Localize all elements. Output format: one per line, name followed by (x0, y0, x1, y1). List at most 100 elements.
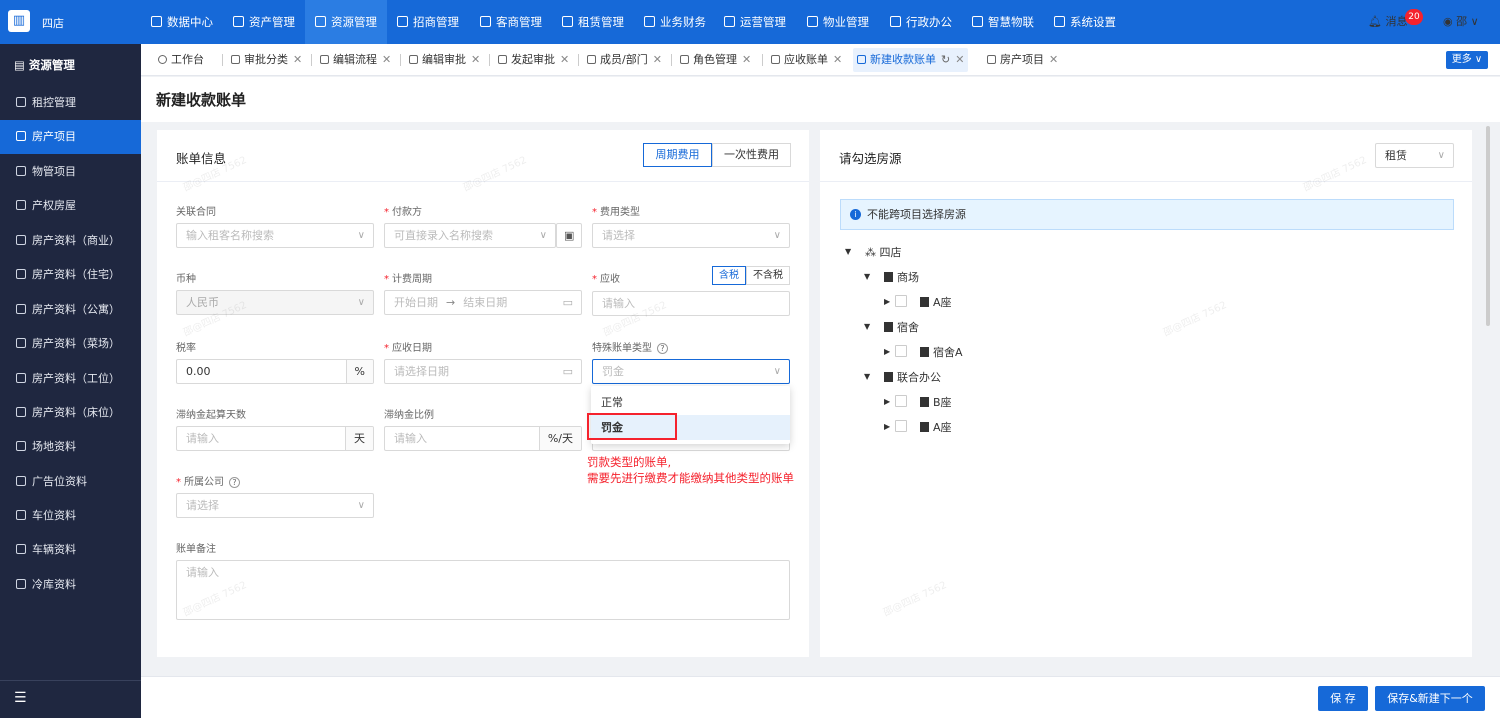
sun-icon (972, 16, 983, 27)
periodic-fee-tab[interactable]: 周期费用 (643, 143, 712, 167)
more-tabs-button[interactable]: 更多 ∨ (1446, 51, 1488, 69)
close-icon[interactable]: ✕ (471, 53, 480, 66)
tree-node-mall-a[interactable]: A座 (920, 294, 952, 310)
lease-type-select[interactable]: 租赁 ∨ (1375, 143, 1454, 168)
cube-icon (233, 16, 244, 27)
sidebar-item-residential[interactable]: 房产资料（住宅） (0, 258, 141, 292)
sidebar-item-property-project[interactable]: 房产项目 (0, 120, 141, 154)
late-ratio-input[interactable]: 请输入 %/天 (384, 426, 582, 451)
sidebar-item-parking[interactable]: 车位资料 (0, 499, 141, 533)
tree-checkbox[interactable] (895, 345, 907, 357)
close-icon[interactable]: ✕ (560, 53, 569, 66)
tab-edit-approval[interactable]: 编辑审批 ✕ (405, 48, 484, 72)
tree-checkbox[interactable] (895, 420, 907, 432)
tree-node-mall[interactable]: 商场 (884, 269, 919, 285)
user-menu[interactable]: ◉ 邵 ∨ (1443, 0, 1479, 44)
sidebar-item-apartment[interactable]: 房产资料（公寓） (0, 293, 141, 327)
nav-finance[interactable]: 业务财务 (644, 0, 706, 44)
currency-select[interactable]: 人民币 ∨ (176, 290, 374, 315)
fee-type-select[interactable]: 请选择 ∨ (592, 223, 790, 248)
sidebar-item-rent-control[interactable]: 租控管理 (0, 86, 141, 120)
payer-select[interactable]: 可直接录入名称搜索 ∨ (384, 223, 556, 248)
nav-data-center[interactable]: 数据中心 (151, 0, 213, 44)
remark-textarea[interactable]: 请输入 (176, 560, 790, 620)
nav-asset[interactable]: 资产管理 (233, 0, 295, 44)
caret-down-icon[interactable]: ▼ (864, 272, 870, 281)
nav-iot[interactable]: 智慧物联 (972, 0, 1034, 44)
special-type-select[interactable]: 罚金 ∨ (592, 359, 790, 384)
caret-right-icon[interactable]: ▶ (884, 297, 890, 306)
tab-start-approval[interactable]: 发起审批 ✕ (494, 48, 573, 72)
sidebar-item-ad-space[interactable]: 广告位资料 (0, 465, 141, 499)
market-icon (16, 338, 26, 348)
company-select[interactable]: 请选择 ∨ (176, 493, 374, 518)
sidebar-item-property-mgmt[interactable]: 物管项目 (0, 155, 141, 189)
tree-checkbox[interactable] (895, 295, 907, 307)
collapse-menu-icon[interactable]: ☰ (14, 690, 27, 706)
tree-checkbox[interactable] (895, 395, 907, 407)
tax-rate-input[interactable]: 0.00% (176, 359, 374, 384)
refresh-icon[interactable]: ↻ (941, 53, 950, 66)
caret-right-icon[interactable]: ▶ (884, 422, 890, 431)
close-icon[interactable]: ✕ (833, 53, 842, 66)
tax-exclusive-toggle[interactable]: 不含税 (746, 266, 790, 285)
scrollbar[interactable] (1486, 126, 1490, 326)
caret-down-icon[interactable]: ▼ (845, 247, 851, 256)
tab-roles[interactable]: 角色管理 ✕ (676, 48, 755, 72)
sidebar-item-workstation[interactable]: 房产资料（工位） (0, 362, 141, 396)
sidebar-item-owned-house[interactable]: 产权房屋 (0, 189, 141, 223)
close-icon[interactable]: ✕ (955, 53, 964, 66)
close-icon[interactable]: ✕ (742, 53, 751, 66)
tab-workbench[interactable]: 工作台 (154, 48, 208, 72)
tree-node-office-b[interactable]: B座 (920, 394, 952, 410)
tab-receivables[interactable]: 应收账单 ✕ (767, 48, 846, 72)
clipboard-icon[interactable]: ▣ (556, 223, 582, 248)
caret-down-icon[interactable]: ▼ (864, 372, 870, 381)
tree-node-office[interactable]: 联合办公 (884, 369, 941, 385)
nav-investment[interactable]: 招商管理 (397, 0, 459, 44)
tab-members[interactable]: 成员/部门 ✕ (583, 48, 666, 72)
caret-down-icon[interactable]: ▼ (864, 322, 870, 331)
tab-property-project[interactable]: 房产项目 ✕ (983, 48, 1062, 72)
tab-new-bill[interactable]: 新建收款账单 ↻ ✕ (853, 48, 969, 72)
caret-right-icon[interactable]: ▶ (884, 347, 890, 356)
one-time-fee-tab[interactable]: 一次性费用 (712, 143, 791, 167)
nav-admin[interactable]: 行政办公 (890, 0, 952, 44)
nav-lease[interactable]: 租赁管理 (562, 0, 624, 44)
nav-operation[interactable]: 运营管理 (724, 0, 786, 44)
messages-button[interactable]: 🔔︎ 消息 (1368, 0, 1407, 44)
close-icon[interactable]: ✕ (1049, 53, 1058, 66)
nav-settings[interactable]: 系统设置 (1054, 0, 1116, 44)
nav-resource[interactable]: 资源管理 (305, 0, 387, 44)
contract-select[interactable]: 输入租客名称搜索 ∨ (176, 223, 374, 248)
sidebar-item-bed[interactable]: 房产资料（床位） (0, 396, 141, 430)
tab-edit-flow[interactable]: 编辑流程 ✕ (316, 48, 395, 72)
nav-property[interactable]: 物业管理 (807, 0, 869, 44)
close-icon[interactable]: ✕ (382, 53, 391, 66)
sidebar-item-venue[interactable]: 场地资料 (0, 430, 141, 464)
receivable-input[interactable]: 请输入 (592, 291, 790, 316)
close-icon[interactable]: ✕ (293, 53, 302, 66)
close-icon[interactable]: ✕ (653, 53, 662, 66)
save-button[interactable]: 保 存 (1318, 686, 1368, 711)
due-date-picker[interactable]: 请选择日期 ▭ (384, 359, 582, 384)
period-range[interactable]: 开始日期 → 结束日期 ▭ (384, 290, 582, 315)
late-days-input[interactable]: 请输入天 (176, 426, 374, 451)
option-normal[interactable]: 正常 (591, 390, 790, 415)
sidebar-item-market[interactable]: 房产资料（菜场） (0, 327, 141, 361)
tree-node-dorm[interactable]: 宿舍 (884, 319, 919, 335)
sidebar-item-vehicle[interactable]: 车辆资料 (0, 533, 141, 567)
tax-inclusive-toggle[interactable]: 含税 (712, 266, 746, 285)
nav-merchant[interactable]: 客商管理 (480, 0, 542, 44)
sidebar-item-commercial[interactable]: 房产资料（商业） (0, 224, 141, 258)
tree-node-root[interactable]: ⁂ 四店 (865, 244, 902, 260)
tree-node-dorm-a[interactable]: 宿舍A (920, 344, 963, 360)
help-icon[interactable]: ? (229, 477, 240, 488)
message-count-badge: 20 (1405, 9, 1423, 25)
save-and-new-button[interactable]: 保存&新建下一个 (1375, 686, 1485, 711)
sidebar-item-cold-storage[interactable]: 冷库资料 (0, 568, 141, 602)
tree-node-office-a[interactable]: A座 (920, 419, 952, 435)
help-icon[interactable]: ? (657, 343, 668, 354)
tab-approval-category[interactable]: 审批分类 ✕ (227, 48, 306, 72)
caret-right-icon[interactable]: ▶ (884, 397, 890, 406)
